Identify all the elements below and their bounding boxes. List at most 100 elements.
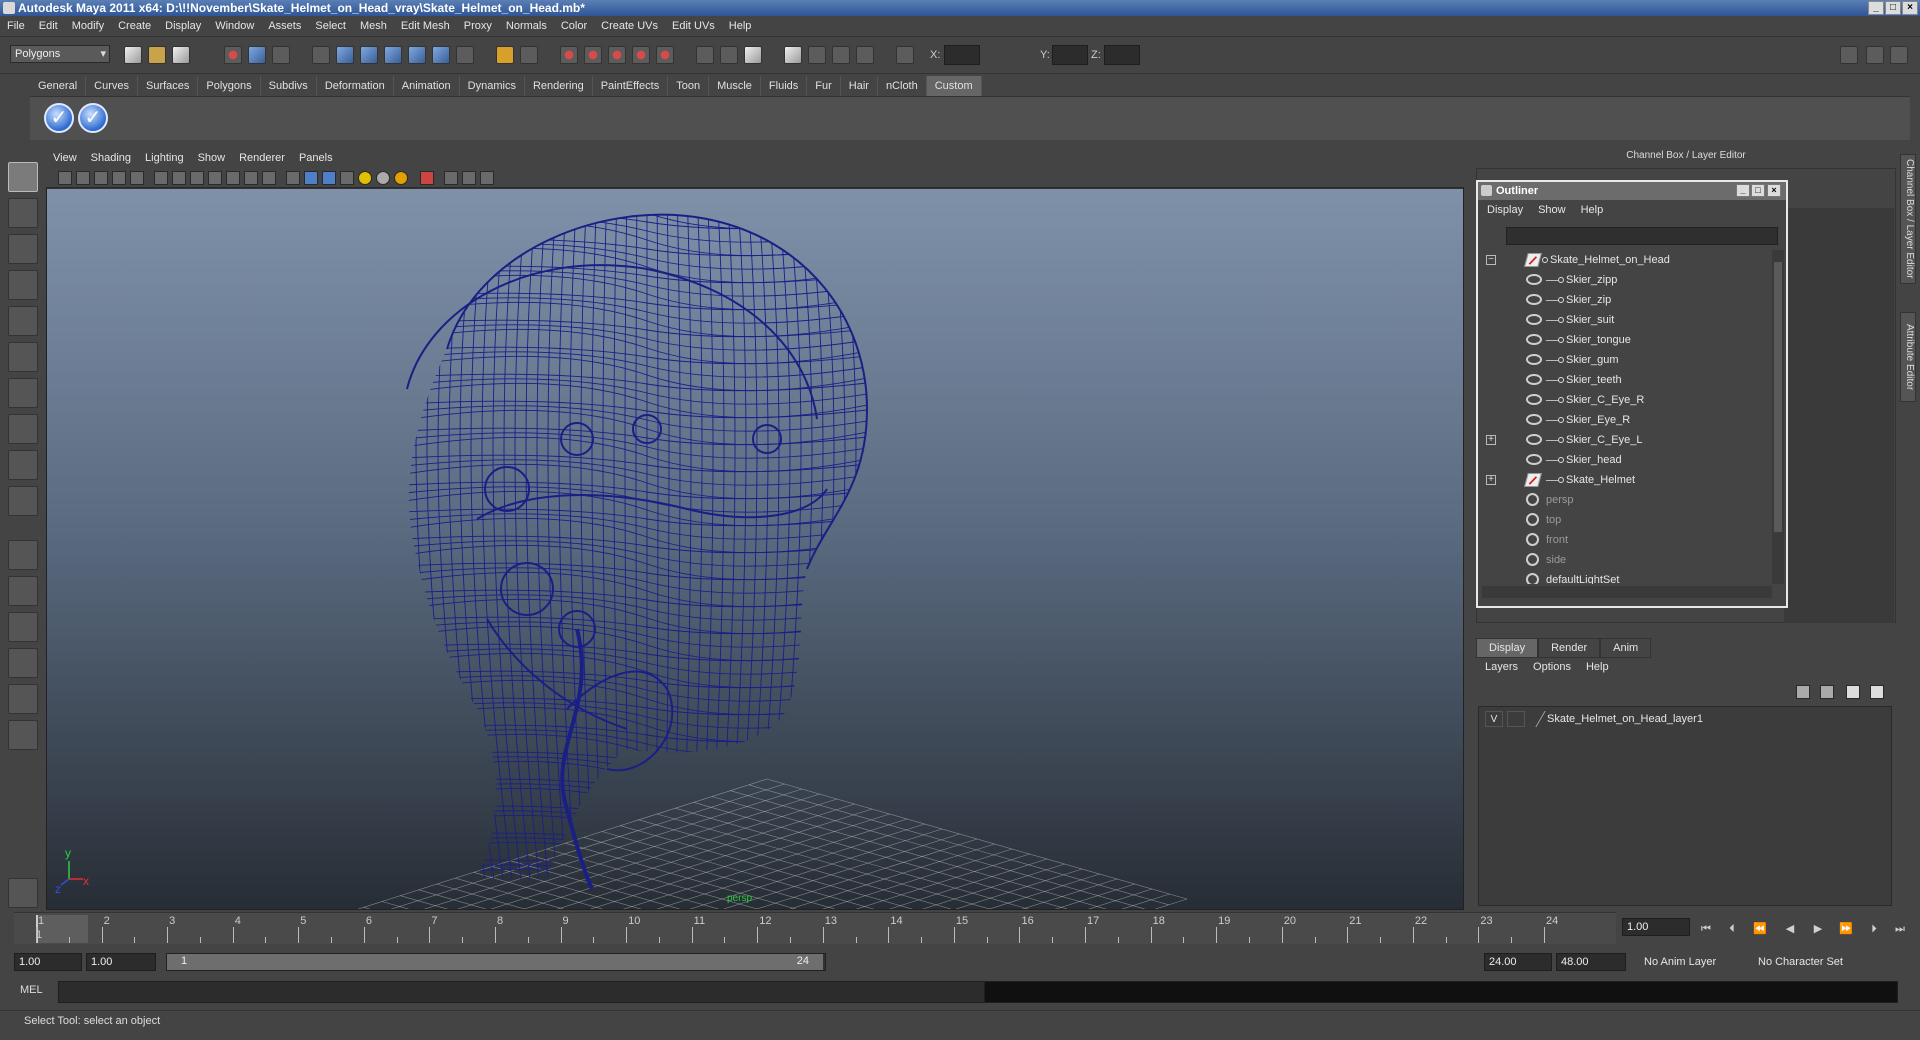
- playback-end-field[interactable]: 24.00: [1484, 953, 1552, 971]
- all-lights-icon[interactable]: [394, 171, 408, 185]
- current-time-field[interactable]: 1.00: [1622, 918, 1690, 936]
- outliner-minimize-button[interactable]: _: [1736, 184, 1750, 197]
- outliner-menu-display[interactable]: Display: [1478, 201, 1529, 219]
- outliner-item[interactable]: Skier_suit: [1482, 310, 1770, 330]
- xray-joints-icon[interactable]: [462, 171, 476, 185]
- outliner-item[interactable]: Skier_head: [1482, 450, 1770, 470]
- toggle-tool-settings-icon[interactable]: [1890, 46, 1908, 64]
- ipr-render-icon[interactable]: [584, 46, 602, 64]
- play-backwards-icon[interactable]: ◀: [1782, 922, 1798, 936]
- check-icon[interactable]: ✓: [78, 103, 108, 133]
- step-back-frame-icon[interactable]: ⏴: [1724, 922, 1740, 936]
- snap-help-icon[interactable]: [456, 46, 474, 64]
- smooth-shade-icon[interactable]: [304, 171, 318, 185]
- step-back-key-icon[interactable]: ⏪: [1752, 922, 1768, 936]
- viewport-menu-lighting[interactable]: Lighting: [138, 148, 191, 168]
- mel-input-field[interactable]: [58, 981, 988, 1003]
- menu-create-uvs[interactable]: Create UVs: [594, 16, 665, 36]
- outliner-item[interactable]: + Skier_C_Eye_L: [1482, 430, 1770, 450]
- two-d-pan-icon[interactable]: [130, 171, 144, 185]
- maximize-button[interactable]: □: [1885, 1, 1901, 15]
- open-scene-icon[interactable]: [148, 46, 166, 64]
- wireframe-on-shaded-icon[interactable]: [322, 171, 336, 185]
- show-manipulator-tool-icon[interactable]: [8, 450, 38, 480]
- menu-edit[interactable]: Edit: [32, 16, 65, 36]
- new-layer-icon[interactable]: [1846, 685, 1860, 699]
- film-gate-icon[interactable]: [172, 171, 186, 185]
- textured-icon[interactable]: [340, 171, 354, 185]
- viewport-menu-renderer[interactable]: Renderer: [232, 148, 292, 168]
- shelf-tab-general[interactable]: General: [30, 76, 87, 96]
- range-slider[interactable]: 1 24: [166, 953, 826, 971]
- toggle-layout-icon[interactable]: [1840, 46, 1858, 64]
- safe-action-icon[interactable]: [244, 171, 258, 185]
- shelf-tab-surfaces[interactable]: Surfaces: [138, 76, 199, 96]
- soft-modification-tool-icon[interactable]: [8, 414, 38, 444]
- outliner-title-bar[interactable]: Outliner _ □ ×: [1478, 182, 1786, 200]
- viewport-menu-shading[interactable]: Shading: [84, 148, 138, 168]
- layer-tab-render[interactable]: Render: [1538, 638, 1601, 658]
- menu-modify[interactable]: Modify: [65, 16, 111, 36]
- layer-menu-help[interactable]: Help: [1577, 658, 1615, 676]
- layer-color-swatch[interactable]: [1524, 711, 1546, 727]
- layer-row[interactable]: V Skate_Helmet_on_Head_layer1: [1479, 709, 1891, 729]
- menu-display[interactable]: Display: [158, 16, 208, 36]
- new-scene-icon[interactable]: [124, 46, 142, 64]
- use-default-lighting-icon[interactable]: [358, 171, 372, 185]
- menu-assets[interactable]: Assets: [261, 16, 308, 36]
- make-live-icon[interactable]: [408, 46, 426, 64]
- move-layer-down-icon[interactable]: [1820, 685, 1834, 699]
- menu-proxy[interactable]: Proxy: [457, 16, 499, 36]
- shelf-tab-hair[interactable]: Hair: [841, 76, 878, 96]
- select-tool-icon[interactable]: [8, 162, 38, 192]
- outliner-filter-field[interactable]: [1506, 227, 1778, 245]
- layer-type-toggle[interactable]: [1507, 711, 1525, 727]
- custom-layout-icon[interactable]: [8, 720, 38, 750]
- outliner-menu-show[interactable]: Show: [1529, 201, 1572, 219]
- check-icon[interactable]: ✓: [44, 103, 74, 133]
- select-object-icon[interactable]: [248, 46, 266, 64]
- side-tab-attribute-editor[interactable]: Attribute Editor: [1900, 312, 1916, 402]
- construction-history-icon[interactable]: [496, 46, 514, 64]
- menu-help[interactable]: Help: [722, 16, 759, 36]
- field-chart-icon[interactable]: [226, 171, 240, 185]
- render-current-icon[interactable]: [560, 46, 578, 64]
- menu-file[interactable]: File: [0, 16, 32, 36]
- shelf-tab-polygons[interactable]: Polygons: [198, 76, 261, 96]
- last-tool-icon[interactable]: [8, 486, 38, 516]
- animation-end-field[interactable]: 48.00: [1556, 953, 1626, 971]
- outliner-item[interactable]: Skier_zipp: [1482, 270, 1770, 290]
- z-field[interactable]: [1104, 45, 1140, 65]
- outliner-close-button[interactable]: ×: [1767, 184, 1781, 197]
- resolution-gate-icon[interactable]: [190, 171, 204, 185]
- new-layer-selected-icon[interactable]: [1870, 685, 1884, 699]
- scale-tool-icon[interactable]: [8, 342, 38, 372]
- show-hide-sidebar-icon[interactable]: [784, 46, 802, 64]
- persp-outliner-layout-icon[interactable]: [8, 612, 38, 642]
- wireframe-icon[interactable]: [286, 171, 300, 185]
- outliner-item[interactable]: Skier_Eye_R: [1482, 410, 1770, 430]
- collapse-icon[interactable]: −: [1486, 255, 1496, 265]
- menu-mesh[interactable]: Mesh: [353, 16, 394, 36]
- outliner-item[interactable]: + Skate_Helmet: [1482, 470, 1770, 490]
- gate-mask-icon[interactable]: [208, 171, 222, 185]
- menu-select[interactable]: Select: [308, 16, 353, 36]
- menu-edit-uvs[interactable]: Edit UVs: [665, 16, 722, 36]
- snap-grid-icon[interactable]: [312, 46, 330, 64]
- scroll-thumb[interactable]: [1774, 262, 1782, 532]
- shelf-tab-toon[interactable]: Toon: [668, 76, 710, 96]
- outliner-item[interactable]: Skier_teeth: [1482, 370, 1770, 390]
- layer-menu-options[interactable]: Options: [1524, 658, 1577, 676]
- outliner-item[interactable]: persp: [1482, 490, 1770, 510]
- shelf-tab-curves[interactable]: Curves: [86, 76, 138, 96]
- shelf-tab-subdivs[interactable]: Subdivs: [261, 76, 317, 96]
- outliner-item[interactable]: Skier_tongue: [1482, 330, 1770, 350]
- bookmarks-icon[interactable]: [94, 171, 108, 185]
- x-field[interactable]: [944, 45, 980, 65]
- xray-components-icon[interactable]: [480, 171, 494, 185]
- shelf-tab-rendering[interactable]: Rendering: [525, 76, 593, 96]
- shelf-tab-ncloth[interactable]: nCloth: [878, 76, 927, 96]
- outliner-item[interactable]: top: [1482, 510, 1770, 530]
- menu-color[interactable]: Color: [554, 16, 594, 36]
- anim-layer-dropdown[interactable]: No Anim Layer: [1640, 953, 1750, 971]
